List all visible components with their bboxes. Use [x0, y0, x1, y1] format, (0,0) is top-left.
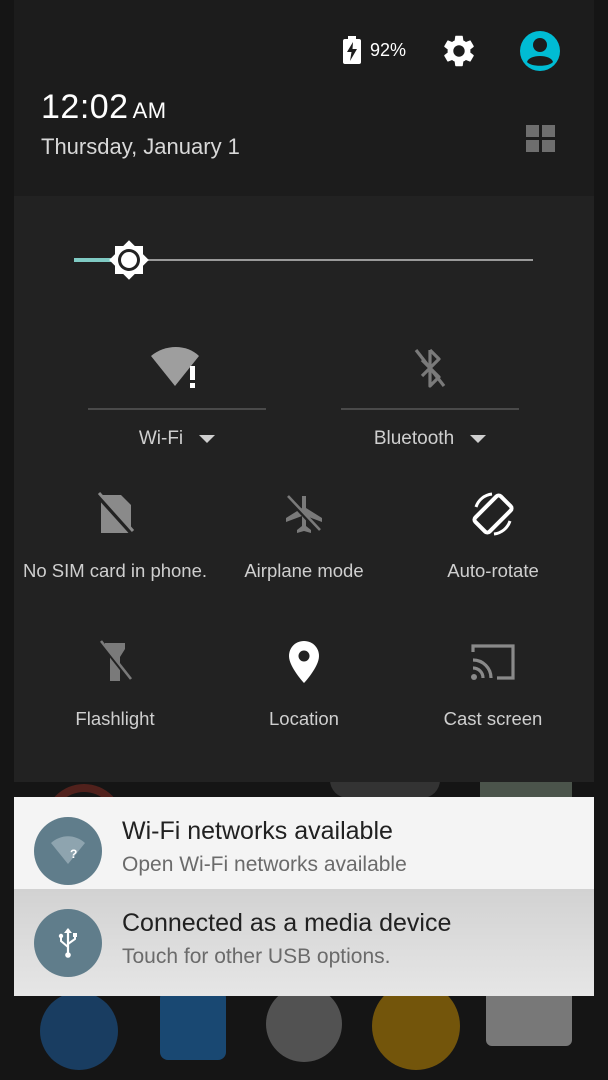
wifi-tile[interactable]: Wi-Fi — [88, 340, 266, 460]
no-sim-icon — [95, 491, 135, 537]
location-pin-icon — [289, 641, 319, 683]
no-sim-tile[interactable]: No SIM card in phone. — [20, 488, 210, 598]
wifi-divider — [88, 408, 266, 410]
svg-text:?: ? — [70, 847, 77, 861]
notification-title: Wi-Fi networks available — [122, 817, 393, 845]
notification-subtitle: Open Wi-Fi networks available — [122, 853, 407, 876]
app-drawer-icon — [266, 986, 342, 1062]
auto-rotate-icon — [472, 492, 514, 536]
chevron-down-icon[interactable] — [199, 435, 216, 443]
battery-percent: 92% — [370, 39, 407, 60]
auto-rotate-tile[interactable]: Auto-rotate — [398, 488, 588, 598]
wifi-alert-icon — [151, 347, 199, 388]
cast-icon — [471, 644, 515, 680]
phone-app-icon — [40, 992, 118, 1070]
clock-time: 12:02 — [41, 88, 129, 126]
bluetooth-tile[interactable]: Bluetooth — [341, 340, 519, 460]
date[interactable]: Thursday, January 1 — [41, 134, 240, 160]
location-label: Location — [269, 708, 339, 729]
bluetooth-off-icon — [414, 348, 446, 388]
cast-screen-tile[interactable]: Cast screen — [398, 636, 588, 746]
flashlight-tile[interactable]: Flashlight — [20, 636, 210, 746]
airplane-mode-label: Airplane mode — [244, 560, 364, 581]
quick-settings-panel: 92% 12:02 AM Thursday, January 1 Wi-Fi B… — [14, 0, 594, 782]
location-tile[interactable]: Location — [209, 636, 399, 746]
notification-usb[interactable]: Connected as a media device Touch for ot… — [14, 889, 594, 996]
notification-title: Connected as a media device — [122, 909, 452, 937]
battery-charging-icon — [343, 36, 361, 64]
wifi-question-icon: ? — [51, 836, 85, 864]
photos-app-icon — [486, 990, 572, 1046]
clock-ampm: AM — [132, 98, 167, 123]
notification-icon-circle — [34, 909, 102, 977]
bluetooth-label: Bluetooth — [373, 428, 455, 449]
clock[interactable]: 12:02 AM — [41, 88, 167, 127]
no-sim-label: No SIM card in phone. — [22, 560, 208, 581]
notification-icon-circle: ? — [34, 817, 102, 885]
brightness-sun-icon[interactable] — [107, 238, 151, 282]
battery-status[interactable]: 92% — [342, 36, 406, 64]
user-avatar-icon[interactable] — [519, 30, 561, 72]
chevron-down-icon[interactable] — [470, 435, 487, 443]
quick-settings-header: 92% 12:02 AM Thursday, January 1 — [14, 0, 594, 196]
usb-icon — [58, 928, 77, 958]
messages-app-icon — [160, 990, 226, 1060]
airplane-off-icon — [286, 495, 322, 534]
bluetooth-divider — [341, 408, 519, 410]
cast-screen-label: Cast screen — [443, 708, 543, 729]
gear-icon[interactable] — [440, 32, 478, 70]
dark-app-icon — [330, 780, 440, 798]
edit-tiles-icon[interactable] — [526, 125, 556, 153]
flashlight-label: Flashlight — [75, 708, 155, 729]
flashlight-off-icon — [99, 640, 133, 683]
auto-rotate-label: Auto-rotate — [447, 560, 539, 581]
airplane-mode-tile[interactable]: Airplane mode — [209, 488, 399, 598]
wifi-label: Wi-Fi — [138, 428, 184, 449]
notification-subtitle: Touch for other USB options. — [122, 945, 391, 968]
